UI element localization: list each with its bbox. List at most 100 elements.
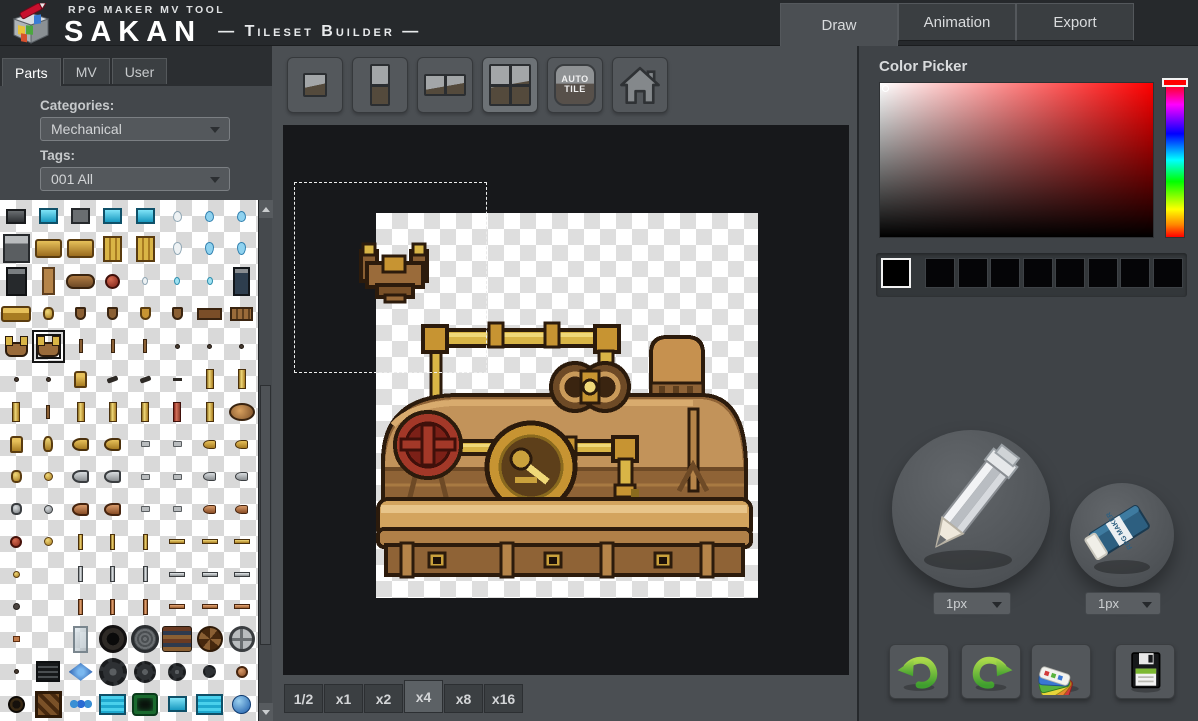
part-item[interactable] bbox=[194, 623, 226, 656]
sv-cursor[interactable] bbox=[882, 85, 889, 92]
part-item[interactable] bbox=[65, 688, 97, 721]
scrollbar-thumb[interactable] bbox=[260, 385, 271, 645]
part-item[interactable] bbox=[226, 363, 258, 396]
part-item[interactable] bbox=[32, 623, 64, 656]
tile-2x1-button[interactable] bbox=[417, 57, 473, 113]
color-swatch[interactable] bbox=[925, 258, 955, 288]
part-item[interactable] bbox=[97, 656, 129, 689]
color-swatch[interactable] bbox=[1023, 258, 1053, 288]
part-item[interactable] bbox=[226, 623, 258, 656]
zoom-x1[interactable]: x1 bbox=[324, 684, 363, 713]
part-item[interactable] bbox=[226, 525, 258, 558]
part-item[interactable] bbox=[32, 591, 64, 624]
tab-export[interactable]: Export bbox=[1016, 3, 1134, 41]
part-item[interactable] bbox=[97, 623, 129, 656]
selection-marquee[interactable] bbox=[294, 182, 487, 373]
part-item[interactable] bbox=[129, 330, 161, 363]
part-item[interactable] bbox=[194, 363, 226, 396]
part-item[interactable] bbox=[0, 460, 32, 493]
part-item[interactable] bbox=[161, 200, 193, 233]
autotile-button[interactable]: AUTO TILE bbox=[547, 57, 603, 113]
part-item[interactable] bbox=[97, 233, 129, 266]
parts-scrollbar[interactable] bbox=[258, 200, 272, 721]
tile-1x1-button[interactable] bbox=[287, 57, 343, 113]
part-item[interactable] bbox=[32, 330, 64, 363]
part-item[interactable] bbox=[129, 395, 161, 428]
part-item[interactable] bbox=[32, 688, 64, 721]
part-item[interactable] bbox=[65, 200, 97, 233]
part-item[interactable] bbox=[194, 200, 226, 233]
part-item[interactable] bbox=[194, 525, 226, 558]
current-color-swatch[interactable] bbox=[881, 258, 911, 288]
part-item[interactable] bbox=[161, 623, 193, 656]
part-item[interactable] bbox=[65, 330, 97, 363]
part-item[interactable] bbox=[0, 330, 32, 363]
part-item[interactable] bbox=[226, 428, 258, 461]
part-item[interactable] bbox=[194, 558, 226, 591]
part-item[interactable] bbox=[0, 233, 32, 266]
part-item[interactable] bbox=[129, 363, 161, 396]
part-item[interactable] bbox=[161, 265, 193, 298]
part-item[interactable] bbox=[226, 688, 258, 721]
color-swatch[interactable] bbox=[1055, 258, 1085, 288]
categories-select[interactable]: Mechanical bbox=[40, 117, 230, 141]
part-item[interactable] bbox=[65, 233, 97, 266]
tab-user[interactable]: User bbox=[112, 58, 168, 84]
part-item[interactable] bbox=[97, 688, 129, 721]
color-swatch[interactable] bbox=[1120, 258, 1150, 288]
part-item[interactable] bbox=[0, 591, 32, 624]
color-swatch[interactable] bbox=[958, 258, 988, 288]
part-item[interactable] bbox=[65, 558, 97, 591]
part-item[interactable] bbox=[32, 395, 64, 428]
part-item[interactable] bbox=[65, 298, 97, 331]
tab-mv[interactable]: MV bbox=[63, 58, 110, 84]
part-item[interactable] bbox=[161, 395, 193, 428]
part-item[interactable] bbox=[161, 558, 193, 591]
part-item[interactable] bbox=[97, 460, 129, 493]
part-item[interactable] bbox=[0, 558, 32, 591]
palette-button[interactable] bbox=[1031, 644, 1091, 699]
part-item[interactable] bbox=[0, 428, 32, 461]
part-item[interactable] bbox=[0, 265, 32, 298]
part-item[interactable] bbox=[161, 591, 193, 624]
part-item[interactable] bbox=[65, 493, 97, 526]
part-item[interactable] bbox=[194, 233, 226, 266]
part-item[interactable] bbox=[194, 298, 226, 331]
part-item[interactable] bbox=[97, 395, 129, 428]
zoom-x4[interactable]: x4 bbox=[404, 680, 443, 713]
part-item[interactable] bbox=[129, 428, 161, 461]
part-item[interactable] bbox=[161, 428, 193, 461]
zoom-x2[interactable]: x2 bbox=[364, 684, 403, 713]
part-item[interactable] bbox=[97, 558, 129, 591]
part-item[interactable] bbox=[226, 558, 258, 591]
part-item[interactable] bbox=[129, 200, 161, 233]
part-item[interactable] bbox=[161, 460, 193, 493]
part-item[interactable] bbox=[194, 493, 226, 526]
pencil-tool-button[interactable] bbox=[892, 430, 1050, 588]
color-swatch[interactable] bbox=[990, 258, 1020, 288]
redo-button[interactable] bbox=[961, 644, 1021, 699]
zoom-x8[interactable]: x8 bbox=[444, 684, 483, 713]
part-item[interactable] bbox=[129, 558, 161, 591]
part-item[interactable] bbox=[0, 525, 32, 558]
part-item[interactable] bbox=[194, 656, 226, 689]
part-item[interactable] bbox=[226, 233, 258, 266]
part-item[interactable] bbox=[161, 233, 193, 266]
part-item[interactable] bbox=[0, 688, 32, 721]
eraser-size-select[interactable]: 1px bbox=[1085, 592, 1161, 615]
part-item[interactable] bbox=[194, 460, 226, 493]
undo-button[interactable] bbox=[889, 644, 949, 699]
part-item[interactable] bbox=[129, 591, 161, 624]
part-item[interactable] bbox=[65, 591, 97, 624]
part-item[interactable] bbox=[32, 428, 64, 461]
part-item[interactable] bbox=[97, 330, 129, 363]
part-item[interactable] bbox=[226, 265, 258, 298]
part-item[interactable] bbox=[161, 298, 193, 331]
eraser-tool-button[interactable]: RPG MAKER bbox=[1070, 483, 1174, 587]
tile-1x2-button[interactable] bbox=[352, 57, 408, 113]
part-item[interactable] bbox=[129, 265, 161, 298]
home-button[interactable] bbox=[612, 57, 668, 113]
part-item[interactable] bbox=[161, 493, 193, 526]
part-item[interactable] bbox=[161, 688, 193, 721]
part-item[interactable] bbox=[0, 493, 32, 526]
